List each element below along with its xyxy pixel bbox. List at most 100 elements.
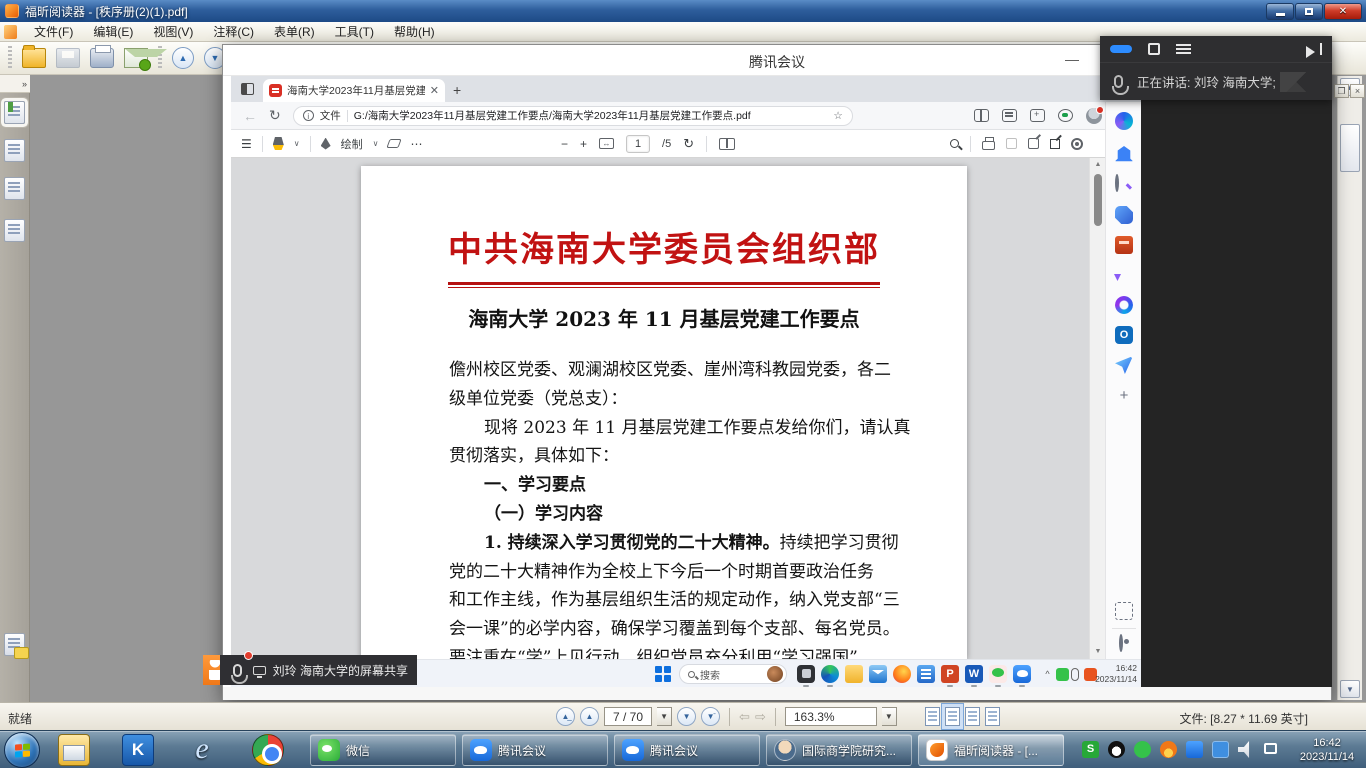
- shopping-tag-icon[interactable]: [1115, 206, 1133, 224]
- collections-icon[interactable]: [1030, 109, 1045, 122]
- tray-input-method-icon[interactable]: [1212, 741, 1229, 758]
- mic-icon[interactable]: [1114, 75, 1123, 88]
- two-page-view-icon[interactable]: [719, 138, 735, 150]
- rotate-icon[interactable]: ↻: [683, 136, 694, 152]
- menu-form[interactable]: 表单(R): [265, 21, 324, 42]
- menu-help[interactable]: 帮助(H): [385, 21, 444, 42]
- m365-ring-icon[interactable]: [1115, 296, 1133, 314]
- tray-sogou-icon[interactable]: S: [1082, 741, 1099, 758]
- save-as-icon[interactable]: [1028, 138, 1039, 149]
- foxit-vertical-scrollbar[interactable]: ▲ ▼: [1337, 76, 1362, 700]
- menu-view[interactable]: 视图(V): [144, 21, 202, 42]
- pdf-scrollbar[interactable]: ▲ ▼: [1089, 158, 1105, 659]
- document-restore-button[interactable]: ❐: [1334, 84, 1349, 98]
- refresh-button[interactable]: ↻: [269, 107, 281, 124]
- favorites-icon[interactable]: [1002, 109, 1017, 122]
- widgets-icon[interactable]: [797, 665, 815, 683]
- word-icon[interactable]: W: [965, 665, 983, 683]
- add-sidebar-app-icon[interactable]: +: [1115, 388, 1133, 406]
- tray-chevron-icon[interactable]: ^: [1041, 668, 1054, 681]
- scroll-up-icon[interactable]: ▲: [1090, 158, 1106, 172]
- tray-flame-icon[interactable]: [1160, 741, 1177, 758]
- meeting-minimize-button[interactable]: —: [1061, 49, 1083, 71]
- single-page-view-icon[interactable]: [925, 707, 940, 726]
- comments-panel-button[interactable]: [4, 633, 25, 656]
- settings-gear-icon[interactable]: [1071, 138, 1083, 150]
- draw-label[interactable]: 绘制: [341, 136, 363, 152]
- restore-button[interactable]: [1295, 3, 1323, 20]
- taskbar-button-foxit[interactable]: 福昕阅读器 - [...: [918, 734, 1064, 766]
- continuous-facing-view-icon[interactable]: [985, 707, 1000, 726]
- minimize-button[interactable]: [1266, 3, 1294, 20]
- remote-clock[interactable]: 16:42 2023/11/14: [1089, 663, 1137, 685]
- next-view-icon[interactable]: ⇨: [755, 709, 766, 725]
- restore-window-icon[interactable]: [1148, 43, 1160, 55]
- audio-indicator-icon[interactable]: [1110, 45, 1132, 53]
- host-clock[interactable]: 16:42 2023/11/14: [1294, 736, 1360, 764]
- tray-network-icon[interactable]: [1264, 743, 1277, 754]
- document-close-button[interactable]: ×: [1350, 84, 1365, 98]
- continuous-view-icon[interactable]: [945, 707, 960, 726]
- pages-panel-button[interactable]: [4, 139, 25, 162]
- tray-mic-icon[interactable]: [1071, 668, 1079, 681]
- workspaces-icon[interactable]: [241, 83, 254, 95]
- address-bar[interactable]: i 文件 G:/海南大学2023年11月基层党建工作要点/海南大学2023年11…: [293, 106, 853, 126]
- toolbox-icon[interactable]: [1115, 236, 1133, 254]
- firefox-icon[interactable]: [893, 665, 911, 683]
- close-button[interactable]: ✕: [1324, 3, 1362, 20]
- sidebar-search-icon[interactable]: [1115, 174, 1119, 192]
- chevron-down-icon[interactable]: ∨: [294, 139, 300, 148]
- first-page-button[interactable]: ▲̲: [556, 707, 575, 726]
- page-indicator[interactable]: 7 / 70: [604, 707, 652, 726]
- internet-explorer-icon[interactable]: e: [186, 734, 218, 766]
- start-button[interactable]: [655, 666, 671, 682]
- browser-essentials-icon[interactable]: [1058, 109, 1073, 122]
- taskbar-search-box[interactable]: 搜索: [679, 664, 787, 684]
- page-dropdown-icon[interactable]: ▼: [657, 707, 672, 726]
- tray-meeting-icon[interactable]: [1186, 741, 1203, 758]
- new-tab-button[interactable]: +: [453, 82, 461, 98]
- fit-width-icon[interactable]: ↔: [599, 138, 614, 149]
- profile-avatar[interactable]: [1086, 108, 1102, 124]
- menu-tools[interactable]: 工具(T): [326, 21, 383, 42]
- k-app-icon[interactable]: K: [122, 734, 154, 766]
- sidebar-settings-gear-icon[interactable]: [1119, 634, 1123, 652]
- save-icon[interactable]: [1006, 138, 1017, 149]
- tab-close-icon[interactable]: ✕: [430, 84, 439, 97]
- notifications-bell-icon[interactable]: [1115, 146, 1133, 164]
- previous-page-button[interactable]: ▲: [580, 707, 599, 726]
- last-page-button[interactable]: ▼̄: [701, 707, 720, 726]
- tray-wechat-icon[interactable]: [1056, 668, 1069, 681]
- highlighter-icon[interactable]: [273, 137, 284, 150]
- fullscreen-icon[interactable]: [1050, 139, 1060, 149]
- toc-icon[interactable]: ☰: [241, 137, 252, 151]
- bookmarks-panel-button[interactable]: [4, 101, 25, 124]
- expand-panel-icon[interactable]: »: [0, 75, 30, 93]
- wechat-icon[interactable]: [989, 665, 1007, 683]
- taskbar-button-group-chat[interactable]: 国际商学院研究...: [766, 734, 912, 766]
- scroll-down-icon[interactable]: ▼: [1340, 680, 1360, 698]
- more-tools-icon[interactable]: ⋯: [410, 137, 422, 151]
- back-button[interactable]: ←: [243, 108, 257, 124]
- layers-panel-button[interactable]: [4, 219, 25, 242]
- drop-paperplane-icon[interactable]: [1115, 356, 1133, 374]
- scrollbar-thumb[interactable]: [1094, 174, 1102, 226]
- draw-pen-icon[interactable]: [321, 138, 331, 150]
- web-capture-icon[interactable]: [1115, 602, 1133, 620]
- signature-panel-button[interactable]: [4, 177, 25, 200]
- email-button[interactable]: [124, 48, 148, 68]
- scroll-down-icon[interactable]: ▼: [1090, 645, 1106, 659]
- zoom-level[interactable]: 163.3%: [785, 707, 877, 726]
- menu-icon[interactable]: [1176, 44, 1191, 54]
- tray-speaker-icon[interactable]: [1238, 741, 1255, 758]
- taskbar-button-meeting-1[interactable]: 腾讯会议: [462, 734, 608, 766]
- edge-icon[interactable]: [821, 665, 839, 683]
- zoom-out-icon[interactable]: −: [561, 137, 568, 151]
- outlook-icon[interactable]: O: [1115, 326, 1133, 344]
- meeting-app-icon[interactable]: [1013, 665, 1031, 683]
- zoom-dropdown-icon[interactable]: ▼: [882, 707, 897, 726]
- mail-icon[interactable]: [869, 665, 887, 683]
- tray-qq-icon[interactable]: [1108, 741, 1125, 758]
- file-explorer-icon[interactable]: [58, 734, 90, 766]
- next-page-button[interactable]: ▼: [677, 707, 696, 726]
